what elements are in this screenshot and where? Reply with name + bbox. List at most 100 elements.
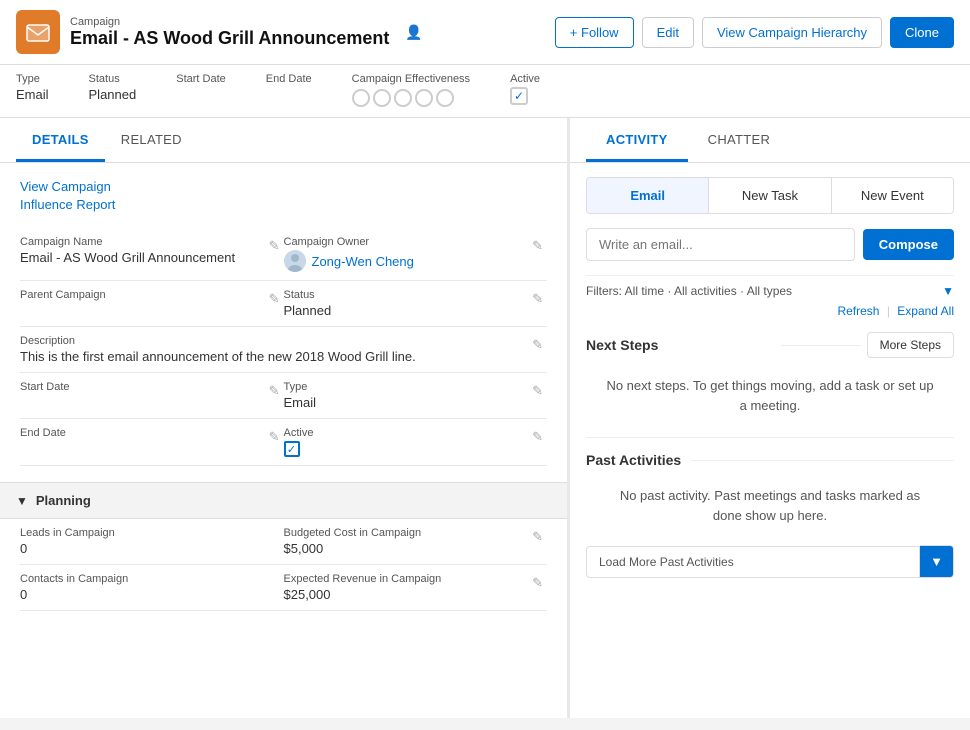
next-steps-header: Next Steps More Steps [586, 332, 954, 358]
meta-effectiveness: Campaign Effectiveness [352, 73, 470, 107]
header-left: Campaign Email - AS Wood Grill Announcem… [16, 10, 423, 54]
compose-row: Compose [586, 228, 954, 261]
left-panel: DETAILS RELATED View Campaign Influence … [0, 118, 570, 718]
description-label: Description [20, 335, 523, 347]
right-panel: ACTIVITY CHATTER Email New Task New Even… [570, 118, 970, 718]
parent-campaign-field: Parent Campaign ✎ [20, 281, 284, 327]
compose-button[interactable]: Compose [863, 229, 954, 260]
new-event-tab-button[interactable]: New Event [832, 178, 953, 213]
meta-status: Status Planned [89, 73, 137, 102]
more-steps-button[interactable]: More Steps [867, 332, 954, 358]
end-date-edit-icon[interactable]: ✎ [269, 429, 280, 445]
past-activities-empty-text: No past activity. Past meetings and task… [586, 476, 954, 535]
active-label: Active [284, 427, 524, 439]
filters-row: Filters: All time · All activities · All… [586, 275, 954, 298]
influence-report-link[interactable]: Influence Report [20, 197, 547, 212]
meta-effectiveness-label: Campaign Effectiveness [352, 73, 470, 85]
next-steps-title: Next Steps [586, 337, 658, 353]
campaign-label: Campaign [70, 16, 389, 28]
dot-3 [394, 89, 412, 107]
header-actions: + Follow Edit View Campaign Hierarchy Cl… [555, 17, 954, 48]
main-layout: DETAILS RELATED View Campaign Influence … [0, 118, 970, 718]
campaign-name-edit-icon[interactable]: ✎ [269, 238, 280, 254]
budgeted-cost-field: Budgeted Cost in Campaign $5,000 ✎ [284, 519, 548, 565]
active-field-checkbox[interactable]: ✓ [284, 441, 300, 457]
expected-revenue-value: $25,000 [284, 587, 524, 602]
leads-field: Leads in Campaign 0 [20, 519, 284, 565]
start-date-edit-icon[interactable]: ✎ [269, 383, 280, 399]
filters-text: Filters: All time · All activities · All… [586, 284, 792, 298]
campaign-owner-edit-icon[interactable]: ✎ [532, 238, 543, 254]
new-task-tab-button[interactable]: New Task [709, 178, 831, 213]
follow-button[interactable]: + Follow [555, 17, 634, 48]
meta-type-label: Type [16, 73, 49, 85]
past-activities-title: Past Activities [586, 452, 681, 468]
contacts-value: 0 [20, 587, 260, 602]
filter-funnel-icon[interactable]: ▼ [942, 284, 954, 298]
details-content: View Campaign Influence Report Campaign … [0, 163, 567, 482]
load-more-row: Load More Past Activities ▼ [586, 545, 954, 578]
campaign-name-value: Email - AS Wood Grill Announcement [20, 250, 260, 265]
campaign-name-label: Campaign Name [20, 236, 260, 248]
status-value: Planned [284, 303, 524, 318]
meta-active: Active ✓ [510, 73, 540, 105]
header-text-block: Campaign Email - AS Wood Grill Announcem… [70, 16, 389, 49]
left-tabs-bar: DETAILS RELATED [0, 118, 567, 163]
load-more-button[interactable]: Load More Past Activities [586, 546, 920, 578]
edit-button[interactable]: Edit [642, 17, 694, 48]
budgeted-cost-label: Budgeted Cost in Campaign [284, 527, 524, 539]
start-date-label: Start Date [20, 381, 260, 393]
clone-button[interactable]: Clone [890, 17, 954, 48]
next-steps-section: Next Steps More Steps No next steps. To … [586, 332, 954, 425]
planning-section-header[interactable]: ▼ Planning [0, 482, 567, 519]
meta-type: Type Email [16, 73, 49, 102]
status-label: Status [284, 289, 524, 301]
planning-label: Planning [36, 493, 91, 508]
page-title: Email - AS Wood Grill Announcement [70, 28, 389, 49]
meta-start-date: Start Date [176, 73, 226, 87]
description-field: Description This is the first email anno… [20, 327, 547, 373]
campaign-icon [16, 10, 60, 54]
past-activities-divider [691, 460, 954, 461]
meta-type-value: Email [16, 87, 49, 102]
status-field: Status Planned ✎ [284, 281, 548, 327]
end-date-label: End Date [20, 427, 260, 439]
tab-related[interactable]: RELATED [105, 118, 198, 162]
plus-icon: + [570, 25, 578, 40]
planning-content: Leads in Campaign 0 Budgeted Cost in Cam… [0, 519, 567, 611]
detail-links: View Campaign Influence Report [20, 179, 547, 212]
avatar [284, 250, 306, 272]
expected-revenue-edit-icon[interactable]: ✎ [532, 575, 543, 591]
end-date-field: End Date ✎ [20, 419, 284, 466]
refresh-expand-row: Refresh | Expand All [586, 304, 954, 318]
budgeted-cost-value: $5,000 [284, 541, 524, 556]
status-edit-icon[interactable]: ✎ [532, 291, 543, 307]
refresh-link[interactable]: Refresh [837, 304, 879, 318]
compose-email-input[interactable] [586, 228, 855, 261]
active-edit-icon[interactable]: ✎ [532, 429, 543, 445]
activity-tabs-bar: ACTIVITY CHATTER [570, 118, 970, 163]
expand-all-link[interactable]: Expand All [897, 304, 954, 318]
type-edit-icon[interactable]: ✎ [532, 383, 543, 399]
parent-campaign-edit-icon[interactable]: ✎ [269, 291, 280, 307]
description-edit-icon[interactable]: ✎ [532, 337, 543, 353]
tab-chatter[interactable]: CHATTER [688, 118, 791, 162]
load-more-dropdown-icon[interactable]: ▼ [920, 545, 954, 578]
campaign-name-field: Campaign Name Email - AS Wood Grill Anno… [20, 228, 284, 281]
meta-status-value: Planned [89, 87, 137, 102]
owner-row: Zong-Wen Cheng [284, 250, 524, 272]
contacts-field: Contacts in Campaign 0 [20, 565, 284, 611]
tab-details[interactable]: DETAILS [16, 118, 105, 162]
view-campaign-hierarchy-button[interactable]: View Campaign Hierarchy [702, 17, 882, 48]
dot-4 [415, 89, 433, 107]
budgeted-cost-edit-icon[interactable]: ✎ [532, 529, 543, 545]
effectiveness-dots [352, 89, 470, 107]
hierarchy-icon[interactable]: 👤 [405, 24, 422, 41]
activity-content: Email New Task New Event Compose Filters… [570, 163, 970, 592]
tab-activity[interactable]: ACTIVITY [586, 118, 688, 162]
leads-label: Leads in Campaign [20, 527, 260, 539]
view-campaign-link[interactable]: View Campaign [20, 179, 547, 194]
meta-start-date-label: Start Date [176, 73, 226, 85]
email-tab-button[interactable]: Email [587, 178, 709, 213]
campaign-owner-value[interactable]: Zong-Wen Cheng [312, 254, 414, 269]
